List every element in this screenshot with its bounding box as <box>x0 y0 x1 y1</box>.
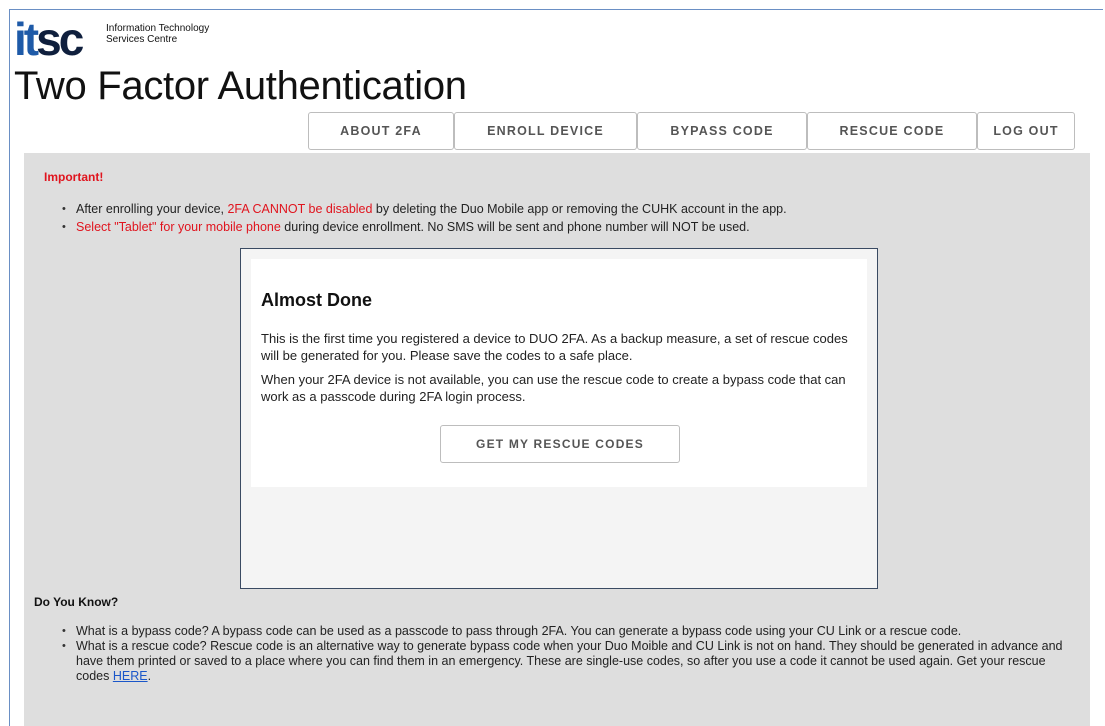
do-you-know-item: What is a bypass code? A bypass code can… <box>62 624 1076 639</box>
page-title: Two Factor Authentication <box>14 64 467 108</box>
rescue-codes-here-link[interactable]: HERE <box>113 669 148 683</box>
nav-bypass-code-button[interactable]: BYPASS CODE <box>637 112 807 150</box>
nav-about-2fa-button[interactable]: ABOUT 2FA <box>308 112 454 150</box>
content-panel: Important! After enrolling your device, … <box>24 153 1090 726</box>
nav-log-out-button[interactable]: LOG OUT <box>977 112 1075 150</box>
get-my-rescue-codes-button[interactable]: GET MY RESCUE CODES <box>440 425 680 463</box>
important-heading: Important! <box>44 170 104 184</box>
important-list: After enrolling your device, 2FA CANNOT … <box>62 200 787 236</box>
important-item: After enrolling your device, 2FA CANNOT … <box>62 200 787 218</box>
do-you-know-item: What is a rescue code? Rescue code is an… <box>62 639 1076 684</box>
dialog-card: Almost Done This is the first time you r… <box>251 259 867 487</box>
logo-text-line2: Services Centre <box>106 34 178 45</box>
nav-rescue-code-button[interactable]: RESCUE CODE <box>807 112 977 150</box>
important-item: Select "Tablet" for your mobile phone du… <box>62 218 787 236</box>
logo-text-line1: Information Technology <box>106 23 210 34</box>
almost-done-dialog: Almost Done This is the first time you r… <box>240 248 878 589</box>
dialog-paragraph: When your 2FA device is not available, y… <box>261 372 846 404</box>
do-you-know-list: What is a bypass code? A bypass code can… <box>62 624 1076 684</box>
do-you-know-heading: Do You Know? <box>34 595 119 609</box>
logo-mark: itsc <box>14 13 84 65</box>
logo-text: Information Technology Services Centre <box>106 23 209 45</box>
dialog-title: Almost Done <box>261 290 373 310</box>
nav-enroll-device-button[interactable]: ENROLL DEVICE <box>454 112 637 150</box>
top-nav: ABOUT 2FA ENROLL DEVICE BYPASS CODE RESC… <box>308 112 1075 150</box>
dialog-paragraph: This is the first time you registered a … <box>261 331 848 363</box>
